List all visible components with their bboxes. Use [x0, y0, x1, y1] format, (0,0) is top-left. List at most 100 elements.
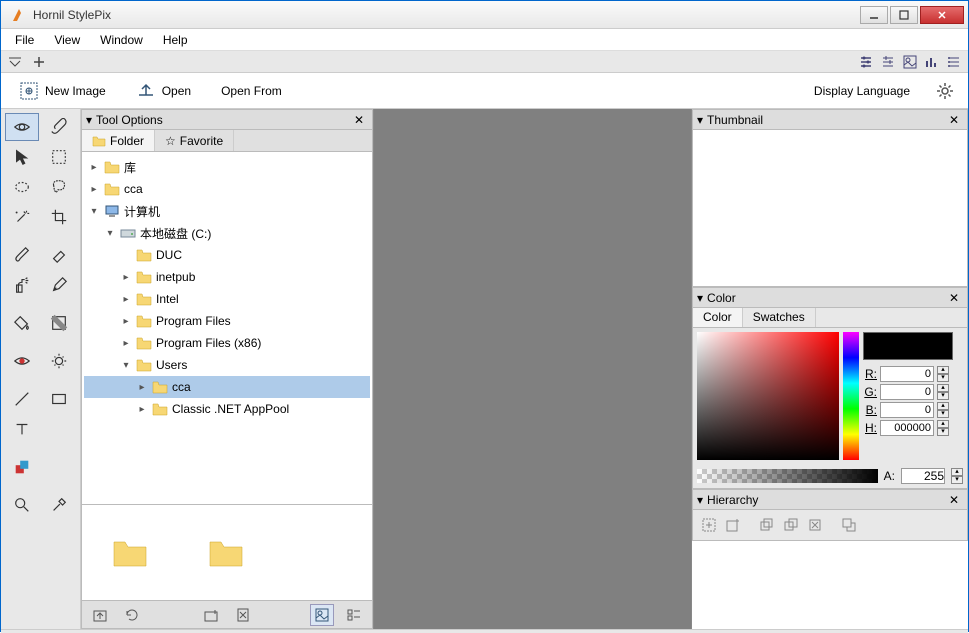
tool-ellipse-select[interactable]	[5, 173, 39, 201]
menu-help[interactable]: Help	[155, 30, 196, 50]
new-folder-icon[interactable]	[199, 604, 223, 626]
panel-toggle-2-icon[interactable]	[878, 53, 898, 71]
settings-button[interactable]	[934, 80, 956, 102]
tree-toggle-icon[interactable]: ▸	[120, 294, 132, 305]
panel-toggle-1-icon[interactable]	[856, 53, 876, 71]
tool-redeye[interactable]	[5, 347, 39, 375]
refresh-icon[interactable]	[120, 604, 144, 626]
a-up[interactable]: ▴	[951, 468, 963, 476]
tool-color-swap[interactable]	[5, 453, 39, 481]
tree-node[interactable]: ▸cca	[84, 376, 370, 398]
tree-toggle-icon[interactable]: ▸	[136, 382, 148, 393]
tree-node[interactable]: ▸inetpub	[84, 266, 370, 288]
chevron-down-icon[interactable]: ▾	[697, 291, 703, 305]
tool-text[interactable]	[5, 415, 39, 443]
r-dn[interactable]: ▾	[937, 374, 949, 382]
tree-node[interactable]: ▸Program Files	[84, 310, 370, 332]
tool-gradient[interactable]	[42, 309, 76, 337]
tab-swatches[interactable]: Swatches	[743, 308, 816, 327]
tool-dodge[interactable]	[42, 347, 76, 375]
new-image-button[interactable]: New Image	[13, 77, 112, 105]
view-list-icon[interactable]	[342, 604, 366, 626]
tree-toggle-icon[interactable]: ▸	[88, 184, 100, 195]
tool-crop[interactable]	[42, 203, 76, 231]
tab-folder[interactable]: Folder	[82, 130, 155, 151]
g-dn[interactable]: ▾	[937, 392, 949, 400]
tool-line[interactable]	[5, 385, 39, 413]
tree-toggle-icon[interactable]: ▾	[120, 360, 132, 371]
alpha-slider[interactable]	[697, 469, 878, 483]
panel-close-icon[interactable]: ✕	[350, 113, 368, 127]
layer-new-icon[interactable]	[699, 516, 719, 534]
g-input[interactable]	[880, 384, 934, 400]
tab-color[interactable]: Color	[693, 308, 743, 327]
tool-eyedropper[interactable]	[42, 491, 76, 519]
panel-toggle-4-icon[interactable]	[922, 53, 942, 71]
tree-toggle-icon[interactable]: ▸	[88, 162, 100, 173]
tool-zoom[interactable]	[5, 491, 39, 519]
r-up[interactable]: ▴	[937, 366, 949, 374]
tool-brush[interactable]	[5, 241, 39, 269]
close-button[interactable]	[920, 6, 964, 24]
tree-node[interactable]: ▸Intel	[84, 288, 370, 310]
h-input[interactable]	[880, 420, 934, 436]
layer-duplicate-icon[interactable]	[757, 516, 777, 534]
tool-rectangle[interactable]	[42, 385, 76, 413]
canvas-area[interactable]	[373, 109, 692, 629]
b-dn[interactable]: ▾	[937, 410, 949, 418]
saturation-value-picker[interactable]	[697, 332, 839, 460]
minimize-button[interactable]	[860, 6, 888, 24]
tree-node[interactable]: ▸Program Files (x86)	[84, 332, 370, 354]
up-folder-icon[interactable]	[88, 604, 112, 626]
folder-icon[interactable]	[112, 538, 148, 568]
tree-toggle-icon[interactable]: ▸	[120, 338, 132, 349]
open-button[interactable]: Open	[130, 77, 197, 105]
tool-magic-wand[interactable]	[5, 203, 39, 231]
tool-fill[interactable]	[5, 309, 39, 337]
r-input[interactable]	[880, 366, 934, 382]
tree-toggle-icon[interactable]: ▾	[104, 228, 116, 239]
chevron-down-icon[interactable]: ▾	[697, 493, 703, 507]
tool-attach[interactable]	[42, 113, 76, 141]
b-up[interactable]: ▴	[937, 402, 949, 410]
panel-toggle-5-icon[interactable]	[944, 53, 964, 71]
tree-node[interactable]: ▾本地磁盘 (C:)	[84, 222, 370, 244]
a-input[interactable]	[901, 468, 945, 484]
tree-node[interactable]: ▸库	[84, 156, 370, 178]
a-dn[interactable]: ▾	[951, 476, 963, 484]
tab-dropdown-icon[interactable]	[5, 53, 25, 71]
h-up[interactable]: ▴	[937, 420, 949, 428]
panel-toggle-3-icon[interactable]	[900, 53, 920, 71]
folder-icon[interactable]	[208, 538, 244, 568]
g-up[interactable]: ▴	[937, 384, 949, 392]
panel-close-icon[interactable]: ✕	[945, 291, 963, 305]
display-language-button[interactable]: Display Language	[808, 80, 916, 102]
h-dn[interactable]: ▾	[937, 428, 949, 436]
layer-merge-icon[interactable]	[839, 516, 859, 534]
b-input[interactable]	[880, 402, 934, 418]
view-thumbnails-icon[interactable]	[310, 604, 334, 626]
menu-view[interactable]: View	[46, 30, 88, 50]
open-from-button[interactable]: Open From	[215, 80, 288, 102]
tree-toggle-icon[interactable]: ▸	[120, 316, 132, 327]
tree-toggle-icon[interactable]: ▾	[88, 206, 100, 217]
menu-file[interactable]: File	[7, 30, 42, 50]
folder-tree[interactable]: ▸库▸cca▾计算机▾本地磁盘 (C:)DUC▸inetpub▸Intel▸Pr…	[82, 152, 372, 504]
maximize-button[interactable]	[890, 6, 918, 24]
layer-group-icon[interactable]	[781, 516, 801, 534]
tool-lasso[interactable]	[42, 173, 76, 201]
tool-eraser[interactable]	[42, 241, 76, 269]
chevron-down-icon[interactable]: ▾	[697, 113, 703, 127]
panel-close-icon[interactable]: ✕	[945, 113, 963, 127]
chevron-down-icon[interactable]: ▾	[86, 113, 92, 127]
delete-icon[interactable]	[231, 604, 255, 626]
tool-rect-select[interactable]	[42, 143, 76, 171]
menu-window[interactable]: Window	[92, 30, 151, 50]
tool-pen[interactable]	[42, 271, 76, 299]
panel-close-icon[interactable]: ✕	[945, 493, 963, 507]
tool-spray[interactable]	[5, 271, 39, 299]
layer-delete-icon[interactable]	[805, 516, 825, 534]
tree-toggle-icon[interactable]: ▸	[136, 404, 148, 415]
tree-node[interactable]: ▾计算机	[84, 200, 370, 222]
hue-slider[interactable]	[843, 332, 859, 460]
